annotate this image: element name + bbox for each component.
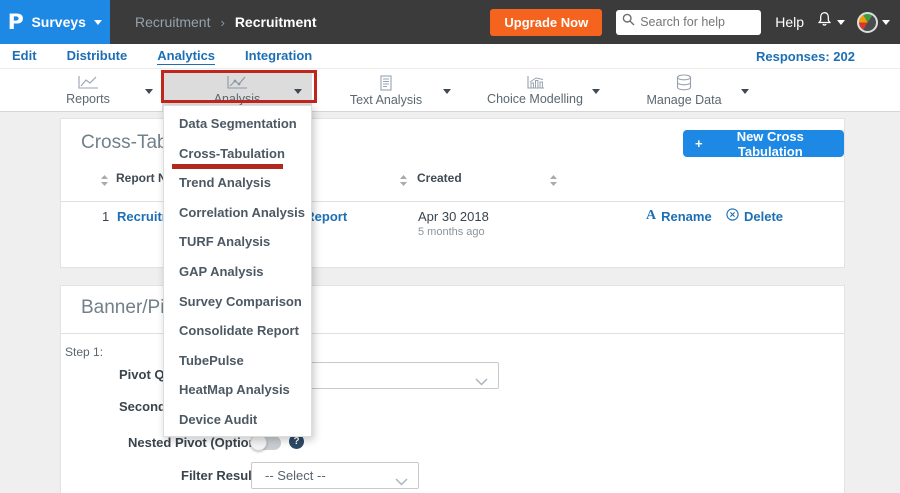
toolbar-item-label: Manage Data bbox=[646, 93, 722, 107]
chevron-down-icon bbox=[395, 473, 408, 491]
toolbar-item-label: Text Analysis bbox=[349, 92, 423, 107]
breadcrumb: Recruitment › Recruitment bbox=[135, 14, 317, 30]
row-index: 1 bbox=[102, 209, 110, 224]
account-menu[interactable] bbox=[857, 11, 890, 33]
line-chart-icon bbox=[77, 75, 99, 90]
help-link[interactable]: Help bbox=[775, 14, 804, 30]
bell-icon bbox=[816, 11, 833, 33]
database-icon bbox=[675, 74, 693, 91]
chevron-down-icon bbox=[837, 19, 845, 25]
chevron-down-icon bbox=[882, 19, 890, 25]
toolbar-item-text-analysis[interactable]: Text Analysis bbox=[311, 70, 461, 111]
document-chart-icon bbox=[379, 74, 393, 91]
toolbar-item-choice-modelling[interactable]: Choice Modelling bbox=[460, 70, 610, 111]
product-label: Surveys bbox=[31, 14, 86, 30]
new-cross-tabulation-label: New Cross Tabulation bbox=[736, 128, 804, 159]
sort-icon[interactable] bbox=[550, 173, 557, 191]
chevron-down-icon bbox=[592, 88, 600, 94]
breadcrumb-parent[interactable]: Recruitment bbox=[135, 14, 210, 30]
chevron-down-icon bbox=[475, 373, 488, 391]
chevron-down-icon bbox=[443, 88, 451, 94]
analysis-dropdown-menu: Data Segmentation Cross-Tabulation Trend… bbox=[163, 105, 312, 437]
avatar bbox=[857, 11, 878, 33]
questionpro-logo-icon: P bbox=[7, 10, 24, 34]
tab-analytics[interactable]: Analytics bbox=[157, 48, 216, 65]
menu-item-trend-analysis[interactable]: Trend Analysis bbox=[164, 168, 311, 198]
scatter-line-icon bbox=[226, 75, 248, 90]
nested-pivot-toggle[interactable] bbox=[250, 434, 281, 451]
toolbar-item-manage-data[interactable]: Manage Data bbox=[609, 70, 759, 111]
toolbar-item-label: Reports bbox=[66, 92, 110, 106]
tab-edit[interactable]: Edit bbox=[12, 48, 37, 64]
bar-line-chart-icon bbox=[524, 75, 546, 90]
survey-subnav: Edit Distribute Analytics Integration Re… bbox=[0, 44, 900, 68]
search-input[interactable] bbox=[640, 15, 756, 29]
column-header-created[interactable]: Created bbox=[417, 171, 462, 185]
filter-result-value: -- Select -- bbox=[265, 468, 326, 483]
chevron-down-icon bbox=[93, 19, 102, 25]
step-label: Step 1: bbox=[65, 345, 104, 359]
menu-item-correlation-analysis[interactable]: Correlation Analysis bbox=[164, 198, 311, 228]
search-icon bbox=[622, 13, 635, 31]
menu-item-survey-comparison[interactable]: Survey Comparison bbox=[164, 287, 311, 317]
help-search-box[interactable] bbox=[616, 9, 762, 35]
chevron-down-icon bbox=[294, 88, 302, 94]
menu-item-cross-tabulation[interactable]: Cross-Tabulation bbox=[164, 139, 311, 169]
plus-icon: + bbox=[695, 136, 703, 151]
chevron-down-icon bbox=[741, 88, 749, 94]
filter-result-label: Filter Result bbox=[181, 468, 257, 483]
toolbar-item-label: Choice Modelling bbox=[487, 92, 583, 106]
tab-distribute[interactable]: Distribute bbox=[67, 48, 128, 64]
breadcrumb-current: Recruitment bbox=[234, 14, 317, 30]
surveys-product-menu[interactable]: P Surveys bbox=[0, 0, 110, 44]
responses-count[interactable]: Responses: 202 bbox=[756, 49, 855, 64]
created-date: Apr 30 2018 bbox=[418, 209, 489, 224]
tab-integration[interactable]: Integration bbox=[245, 48, 312, 64]
rename-button[interactable]: A Rename bbox=[646, 208, 712, 224]
menu-item-heatmap-analysis[interactable]: HeatMap Analysis bbox=[164, 375, 311, 405]
delete-label: Delete bbox=[744, 208, 784, 224]
menu-item-tubepulse[interactable]: TubePulse bbox=[164, 346, 311, 376]
top-header: P Surveys Recruitment › Recruitment Upgr… bbox=[0, 0, 900, 44]
new-cross-tabulation-button[interactable]: + New Cross Tabulation bbox=[683, 128, 844, 159]
circle-x-icon bbox=[726, 208, 739, 224]
created-ago: 5 months ago bbox=[418, 226, 485, 238]
delete-button[interactable]: Delete bbox=[726, 208, 783, 224]
analytics-toolbar: Reports Analysis Text Analysis Choice Mo… bbox=[0, 68, 900, 112]
app-window: P Surveys Recruitment › Recruitment Upgr… bbox=[0, 0, 900, 493]
menu-item-turf-analysis[interactable]: TURF Analysis bbox=[164, 227, 311, 257]
notifications-menu[interactable] bbox=[816, 11, 845, 33]
filter-result-select[interactable]: -- Select -- bbox=[251, 462, 419, 489]
rename-letter-icon: A bbox=[646, 208, 657, 223]
chevron-down-icon bbox=[145, 88, 153, 94]
rename-label: Rename bbox=[661, 208, 712, 224]
menu-item-device-audit[interactable]: Device Audit bbox=[164, 405, 311, 435]
menu-item-data-segmentation[interactable]: Data Segmentation bbox=[164, 109, 311, 139]
menu-item-consolidate-report[interactable]: Consolidate Report bbox=[164, 316, 311, 346]
breadcrumb-separator-icon: › bbox=[220, 14, 225, 30]
sort-icon[interactable] bbox=[400, 173, 407, 191]
upgrade-now-button[interactable]: Upgrade Now bbox=[490, 8, 603, 36]
sort-icon[interactable] bbox=[101, 173, 108, 191]
toolbar-item-label: Analysis bbox=[213, 92, 261, 106]
toolbar-item-reports[interactable]: Reports bbox=[13, 70, 163, 111]
menu-item-gap-analysis[interactable]: GAP Analysis bbox=[164, 257, 311, 287]
